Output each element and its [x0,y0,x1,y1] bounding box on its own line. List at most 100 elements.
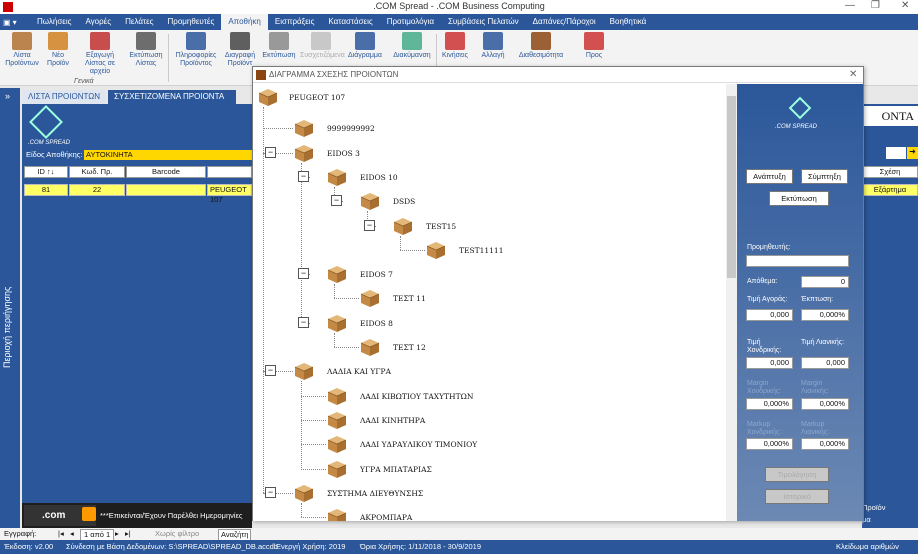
menu-item[interactable]: Δαπάνες/Πάροχοι [526,14,603,30]
relation-diagram-dialog: ΔΙΑΓΡΑΜΜΑ ΣΧΕΣΗΣ ΠΡΟΙΟΝΤΩΝ ✕ PEUGEOT 107… [252,66,864,521]
tree-node[interactable] [253,507,723,521]
last-record-icon[interactable]: ▸| [125,528,131,540]
ribbon-button[interactable]: Διάγραμμα [344,32,386,60]
menu-item[interactable]: Συμβάσεις Πελατών [441,14,526,30]
tree-node-label[interactable]: ΥΓΡΑ ΜΠΑΤΑΡΙΑΣ [360,465,432,474]
scrollbar-thumb[interactable] [727,96,736,278]
column-header-relation[interactable]: Σχέση [862,166,918,178]
markup-wholesale-label: Markup Χονδρικής: [747,421,782,436]
tree-node-label[interactable]: ΛΑΔΙ ΚΙΒΩΤΙΟΥ ΤΑΧΥΤΗΤΩΝ [360,392,473,401]
menu-item[interactable]: Εισπράξεις [268,14,322,30]
tree-node-label[interactable]: DSDS [393,197,415,206]
menu-item[interactable]: Καταστάσεις [321,14,379,30]
notice-bar: .com ***Επικείνται/Έχουν Παρέλθει Ημερομ… [22,503,252,528]
column-header-barcode[interactable]: Barcode [126,166,206,178]
cell-id[interactable]: 81 [24,184,68,196]
tree-node-label[interactable]: ΤΕΣΤ 11 [393,294,426,303]
column-header-id[interactable]: ID ↑↓ [24,166,68,178]
tree-node-label[interactable]: EIDOS 8 [360,319,393,328]
ribbon-button-icon [136,32,156,50]
ribbon-button[interactable]: Εκτύπωση Λίστας [126,32,166,68]
warehouse-value[interactable]: ΑΥΤΟΚΙΝΗΤΑ [84,150,252,160]
tree-scrollbar[interactable] [726,84,737,521]
margin-retail-field[interactable]: 0,000% [801,398,849,410]
filter-status[interactable]: Χωρίς φίλτρο [155,528,199,540]
status-numlock: Κλείδωμα αριθμών [836,542,899,551]
markup-wholesale-field[interactable]: 0,000% [746,438,793,450]
status-bar: Έκδοση: v2.00 Σύνδεση με Βάση Δεδομένων:… [0,540,918,554]
ribbon-button[interactable]: Διαθεσιμότητα [514,32,568,60]
tree-node-label[interactable]: EIDOS 7 [360,270,393,279]
navigation-pane[interactable]: » Περιοχή περιήγησης [0,88,20,528]
markup-retail-field[interactable]: 0,000% [801,438,849,450]
margin-wholesale-field[interactable]: 0,000% [746,398,793,410]
ribbon-button[interactable]: Αλλαγή [476,32,510,60]
tree-node-label[interactable]: EIDOS 10 [360,173,398,182]
cell-relation[interactable]: Εξάρτημα [862,184,918,196]
restore-button[interactable]: ❐ [871,0,880,11]
supplier-field[interactable] [746,255,849,267]
ribbon-button[interactable]: Νέο Προϊόν [44,32,72,68]
ribbon-button[interactable]: Διακύμανση [390,32,434,60]
expand-pane-icon[interactable]: » [5,91,10,101]
wholesale-price-field[interactable]: 0,000 [746,357,793,369]
discount-field[interactable]: 0,000% [801,309,849,321]
ribbon-button[interactable]: Εκτύπωση [260,32,298,60]
ribbon-button[interactable]: Λίστα Προϊόντων [4,32,40,68]
history-button[interactable]: Ιστορικό [765,489,829,504]
filter-field[interactable] [886,147,906,159]
pricing-button[interactable]: Τιμολόγηση [765,467,829,482]
ribbon-button[interactable]: Συσχετιζόμενα [300,32,345,60]
next-record-icon[interactable]: ▸ [115,528,119,540]
menu-item[interactable]: Αγορές [78,14,118,30]
filter-icon[interactable]: ➜ [907,147,918,159]
tree-node-label[interactable]: 9999999992 [327,124,375,133]
quick-access-dropdown-icon[interactable]: ▾ [13,18,17,27]
column-header-name[interactable] [207,166,252,178]
menu-item[interactable]: Πωλήσεις [30,14,78,30]
tree-node-label[interactable]: ΛΑΔΙ ΚΙΝΗΤΗΡΑ [360,416,425,425]
retail-price-field[interactable]: 0,000 [801,357,849,369]
expand-button[interactable]: Ανάπτυξη [746,169,793,184]
menu-item[interactable]: Βοηθητικά [603,14,654,30]
tree-node-label[interactable]: TEST15 [426,222,456,231]
menu-item[interactable]: Πελάτες [118,14,160,30]
first-record-icon[interactable]: |◂ [58,528,64,540]
title-bar: .COM Spread - .COM Business Computing — … [0,0,918,14]
dialog-close-icon[interactable]: ✕ [849,67,857,83]
tree-node-label[interactable]: ΛΑΔΙΑ ΚΑΙ ΥΓΡΑ [327,367,391,376]
previous-record-icon[interactable]: ◂ [70,528,74,540]
close-button[interactable]: ✕ [901,0,909,11]
ribbon-button[interactable]: Εξαγωγή Λίστας σε αρχείο [76,32,124,76]
tree-node-label[interactable]: ΣΥΣΤΗΜΑ ΔΙΕΥΘΥΝΣΗΣ [327,489,423,498]
menu-item[interactable]: Αποθήκη [221,14,268,30]
minimize-button[interactable]: — [845,0,855,11]
app-menu-icon[interactable]: ▣ [3,18,11,27]
tab-related-products[interactable]: ΣΥΣΧΕΤΙΖΟΜΕΝΑ ΠΡΟΙΟΝΤΑ [108,90,236,104]
ribbon-button[interactable]: Προς [572,32,616,60]
product-tree[interactable]: PEUGEOT 107 9999999992− EIDOS 3− EIDOS 10− D… [253,84,737,521]
tree-node-label[interactable]: ΛΑΔΙ ΥΔΡΑΥΛΙΚΟΥ ΤΙΜΟΝΙΟΥ [360,440,477,449]
cell-barcode[interactable] [126,184,206,196]
tab-product-list[interactable]: ΛΙΣΤΑ ΠΡΟΙΟΝΤΩΝ [22,90,106,104]
tree-node-label[interactable]: ΑΚΡΟΜΠΑΡΑ [360,513,412,521]
ribbon-button-icon [90,32,110,50]
ribbon-button-icon [584,32,604,50]
tree-node-label[interactable]: PEUGEOT 107 [289,93,345,102]
menu-item[interactable]: Προτιμολόγια [380,14,441,30]
ribbon-button[interactable]: Πληροφορίες Προϊόντος [172,32,220,68]
cell-name[interactable]: PEUGEOT 107 [207,184,252,204]
collapse-button[interactable]: Σύμπτηξη [801,169,848,184]
tree-node-label[interactable]: EIDOS 3 [327,149,360,158]
cell-code[interactable]: 22 [69,184,125,196]
stock-field[interactable]: 0 [801,276,849,288]
tree-node-label[interactable]: ΤΕΣΤ 12 [393,343,426,352]
column-header-code[interactable]: Κωδ. Πρ. [69,166,125,178]
ribbon-button[interactable]: Κινήσεις [440,32,470,60]
buy-price-field[interactable]: 0,000 [746,309,793,321]
ribbon-button[interactable]: Διαγραφή Προϊόντ [222,32,258,68]
margin-wholesale-label: Margin Χονδρικής: [747,380,782,395]
print-button[interactable]: Εκτύπωση [769,191,829,206]
menu-item[interactable]: Προμηθευτές [161,14,222,30]
tree-node-label[interactable]: TEST11111 [459,246,503,255]
